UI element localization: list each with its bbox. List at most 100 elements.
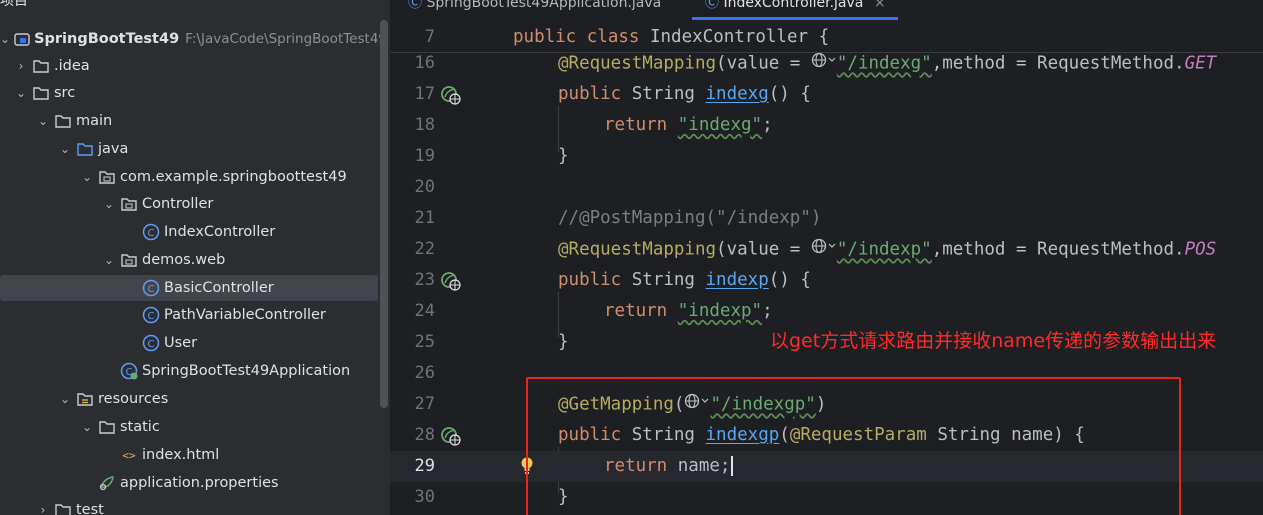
tree-item-java[interactable]: ⌄ java (0, 136, 390, 162)
code-text: } (558, 332, 569, 352)
svg-text:C: C (148, 228, 155, 239)
tree-item-indexcontroller[interactable]: C IndexController (0, 219, 390, 245)
chevron-right-icon[interactable]: › (36, 503, 50, 515)
globe-icon[interactable] (811, 234, 837, 265)
tree-item-src[interactable]: ⌄ src (0, 80, 390, 106)
code-line[interactable]: 22 @RequestMapping(value = "/indexp",met… (390, 234, 1263, 265)
tree-item-resources[interactable]: ⌄ resources (0, 386, 390, 412)
tab-indexcontroller[interactable]: Ⓒ IndexController.java × (705, 0, 886, 12)
tree-item-label: static (120, 419, 160, 435)
tree-item-basiccontroller[interactable]: C BasicController (0, 275, 378, 301)
chevron-down-icon[interactable]: ⌄ (14, 86, 28, 100)
tree-item-package-root[interactable]: ⌄ com.example.springboottest49 (0, 164, 390, 190)
code-text: @RequestMapping(value = "/indexp",method… (558, 234, 1216, 266)
project-path: F:\JavaCode\SpringBootTest49 (185, 31, 387, 47)
tree-item-controller-package[interactable]: ⌄ Controller (0, 191, 390, 217)
code-text: } (558, 146, 569, 166)
code-text: public String indexp() { (558, 270, 811, 290)
line-number: 27 (414, 394, 435, 414)
resources-folder-icon (76, 390, 94, 408)
tree-item-test[interactable]: › test (0, 497, 390, 515)
run-gutter-icon[interactable] (440, 426, 462, 450)
code-line[interactable]: 24 return "indexp"; (390, 296, 1263, 327)
tree-item-main[interactable]: ⌄ main (0, 108, 390, 134)
code-text: return "indexg"; (604, 115, 773, 135)
line-number: 24 (414, 301, 435, 321)
tree-item-index-html[interactable]: <> index.html (0, 442, 390, 468)
class-icon: C (142, 306, 160, 324)
class-icon: C (142, 279, 160, 297)
line-number: 23 (414, 270, 435, 290)
class-icon: C (142, 334, 160, 352)
chevron-down-icon[interactable]: ⌄ (0, 32, 10, 46)
spring-app-icon: C (120, 362, 138, 380)
line-number: 29 (414, 456, 435, 476)
tab-label: IndexController.java (723, 0, 864, 11)
line-number: 22 (414, 239, 435, 259)
tree-item-label: com.example.springboottest49 (120, 169, 347, 185)
chevron-down-icon[interactable]: ⌄ (58, 142, 72, 156)
chevron-down-icon[interactable]: ⌄ (80, 420, 94, 434)
folder-icon (32, 84, 50, 102)
highlight-box (526, 377, 1181, 515)
tree-item-label: main (76, 113, 113, 129)
tree-item-label: BasicController (164, 280, 274, 296)
tree-item-label: User (164, 335, 198, 351)
tree-item-static[interactable]: ⌄ static (0, 414, 390, 440)
chevron-down-icon[interactable]: ⌄ (58, 392, 72, 406)
run-gutter-icon[interactable] (440, 85, 462, 109)
code-line[interactable]: 16 @RequestMapping(value = "/indexg",met… (390, 48, 1263, 79)
chevron-right-icon[interactable]: › (14, 59, 28, 73)
svg-text:C: C (148, 284, 155, 295)
tree-item-label: application.properties (120, 475, 279, 491)
folder-icon (98, 418, 116, 436)
code-line[interactable]: 18 return "indexg"; (390, 110, 1263, 141)
code-line[interactable]: 23 public String indexp() { (390, 265, 1263, 296)
tree-item-label: SpringBootTest49Application (142, 363, 351, 379)
line-number: 21 (414, 208, 435, 228)
code-text: //@PostMapping("/indexp") (558, 208, 822, 228)
code-line[interactable]: 19 } (390, 141, 1263, 172)
tab-application[interactable]: Ⓒ SpringBootTest49Application.java (408, 0, 661, 12)
svg-text:<>: <> (122, 449, 136, 462)
code-line[interactable]: 21 //@PostMapping("/indexp") (390, 203, 1263, 234)
tree-item-label: src (54, 85, 76, 101)
tree-item-label: test (76, 502, 104, 515)
code-line[interactable]: 17 public String indexg() { (390, 79, 1263, 110)
code-text: @RequestMapping(value = "/indexg",method… (558, 48, 1216, 80)
tree-item-demos-web[interactable]: ⌄ demos.web (0, 247, 390, 273)
code-text: public String indexg() { (558, 84, 811, 104)
project-scrollbar[interactable] (380, 20, 388, 408)
annotation-note: 以get方式请求路由并接收name传递的参数输出出来 (770, 330, 1217, 352)
tree-item-label: IndexController (164, 224, 276, 240)
line-number: 18 (414, 115, 435, 135)
project-panel: 项目 ⌄ SpringBootTest49 F:\JavaCode\Spring… (0, 0, 390, 515)
class-icon: C (142, 223, 160, 241)
package-icon (120, 251, 138, 269)
code-text: return "indexp"; (604, 301, 773, 321)
globe-icon[interactable] (811, 48, 837, 79)
code-editor[interactable]: 7 public class IndexController { 16 @Req… (390, 22, 1263, 515)
tree-item-application[interactable]: C SpringBootTest49Application (0, 358, 390, 384)
tree-item-user[interactable]: C User (0, 330, 390, 356)
run-gutter-icon[interactable] (440, 271, 462, 295)
close-icon[interactable]: × (874, 0, 886, 11)
chevron-down-icon[interactable]: ⌄ (80, 170, 94, 184)
chevron-down-icon[interactable]: ⌄ (102, 197, 116, 211)
folder-icon (32, 57, 50, 75)
class-icon: Ⓒ (408, 0, 422, 11)
tree-item-application-properties[interactable]: application.properties (0, 470, 390, 496)
tree-item-label: index.html (142, 447, 220, 463)
line-number: 26 (414, 363, 435, 383)
chevron-down-icon[interactable]: ⌄ (102, 253, 116, 267)
source-folder-icon (76, 140, 94, 158)
chevron-down-icon[interactable]: ⌄ (36, 114, 50, 128)
tree-item-label: resources (98, 391, 169, 407)
tree-item-root[interactable]: ⌄ SpringBootTest49 F:\JavaCode\SpringBoo… (0, 26, 387, 52)
tree-item-pathvariablecontroller[interactable]: C PathVariableController (0, 302, 390, 328)
code-line[interactable]: 20 (390, 172, 1263, 203)
tree-item-idea[interactable]: › .idea (0, 53, 390, 79)
svg-text:C: C (148, 311, 155, 322)
tree-item-label: PathVariableController (164, 307, 326, 323)
line-number: 16 (414, 53, 435, 73)
